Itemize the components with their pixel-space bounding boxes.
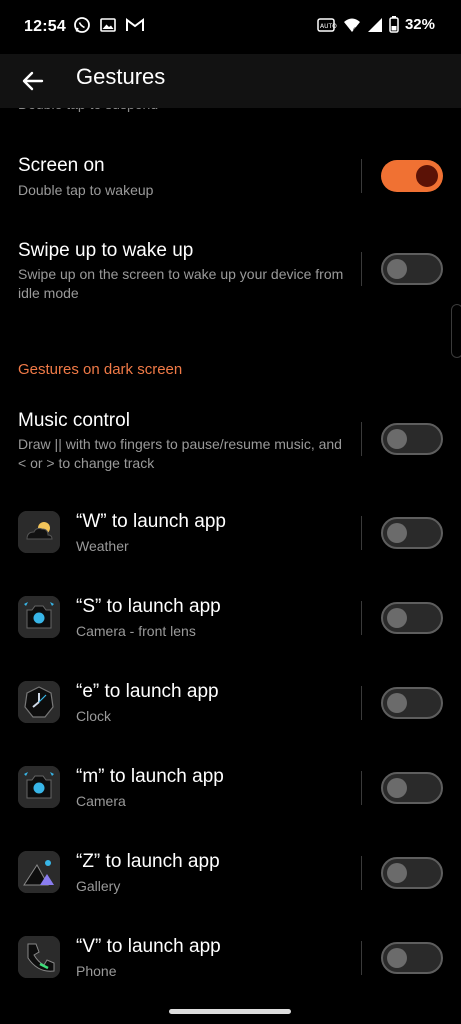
divider [361, 159, 362, 193]
gesture-m-toggle[interactable] [381, 772, 443, 804]
gesture-z-launch[interactable]: “Z” to launch app Gallery [0, 845, 461, 905]
gesture-v-toggle[interactable] [381, 942, 443, 974]
phone-app-icon [18, 936, 60, 978]
svg-text:AUTO: AUTO [320, 23, 337, 30]
toggle-knob [387, 863, 407, 883]
toggle-knob [387, 523, 407, 543]
gallery-app-icon [18, 851, 60, 893]
setting-screen-on[interactable]: Screen on Double tap to wakeup [0, 150, 461, 210]
gesture-title: “S” to launch app [76, 596, 221, 617]
weather-app-icon [18, 511, 60, 553]
gesture-app-name: Gallery [76, 878, 121, 894]
divider [361, 601, 362, 635]
back-arrow-icon[interactable] [18, 66, 48, 96]
edge-panel-handle[interactable] [451, 304, 461, 358]
screen-on-toggle[interactable] [381, 160, 443, 192]
auto-data-icon: AUTO [317, 17, 337, 32]
setting-subtitle: Draw || with two fingers to pause/resume… [18, 436, 342, 471]
divider [361, 771, 362, 805]
home-indicator[interactable] [169, 1009, 291, 1014]
camera-app-icon [18, 596, 60, 638]
gesture-title: “e” to launch app [76, 681, 219, 702]
setting-subtitle: Swipe up on the screen to wake up your d… [18, 266, 344, 301]
signal-icon [367, 17, 382, 32]
setting-title: Music control [18, 410, 130, 431]
gallery-app-icon [18, 851, 60, 893]
camera-app-icon [18, 766, 60, 808]
notification-icons [73, 16, 145, 34]
toggle-knob [387, 259, 407, 279]
gesture-w-toggle[interactable] [381, 517, 443, 549]
app-bar: Gestures [0, 54, 461, 108]
camera-app-icon [18, 766, 60, 808]
setting-subtitle: Double tap to wakeup [18, 182, 154, 198]
camera-app-icon [18, 596, 60, 638]
setting-title: Screen on [18, 155, 105, 176]
battery-icon [389, 16, 399, 33]
divider [361, 252, 362, 286]
gallery-icon [100, 18, 116, 32]
whatsapp-icon [74, 17, 90, 33]
gesture-e-launch[interactable]: “e” to launch app Clock [0, 675, 461, 735]
setting-swipe-up-wake[interactable]: Swipe up to wake up Swipe up on the scre… [0, 235, 461, 305]
section-header: Gestures on dark screen [18, 361, 183, 378]
gesture-app-name: Clock [76, 708, 112, 724]
gesture-w-launch[interactable]: “W” to launch app Weather [0, 505, 461, 565]
gesture-app-name: Camera - front lens [76, 623, 196, 639]
phone-app-icon [18, 936, 60, 978]
gesture-e-toggle[interactable] [381, 687, 443, 719]
gesture-title: “m” to launch app [76, 766, 224, 787]
status-bar: 12:54 AUTO 6 32% [0, 0, 461, 54]
gesture-title: “V” to launch app [76, 936, 221, 957]
toggle-knob [416, 165, 438, 187]
swipe-up-wake-toggle[interactable] [381, 253, 443, 285]
divider [361, 516, 362, 550]
divider [361, 941, 362, 975]
clock-time: 12:54 [24, 18, 66, 35]
svg-text:6: 6 [353, 27, 357, 33]
clock-app-icon [18, 681, 60, 723]
divider [361, 686, 362, 720]
gmail-icon [126, 18, 144, 31]
gesture-title: “W” to launch app [76, 511, 226, 532]
gesture-app-name: Weather [76, 538, 129, 554]
gesture-s-toggle[interactable] [381, 602, 443, 634]
setting-music-control[interactable]: Music control Draw || with two fingers t… [0, 405, 461, 475]
gesture-z-toggle[interactable] [381, 857, 443, 889]
battery-percent: 32% [404, 16, 435, 33]
gesture-s-launch[interactable]: “S” to launch app Camera - front lens [0, 590, 461, 650]
setting-title: Swipe up to wake up [18, 240, 194, 261]
gesture-title: “Z” to launch app [76, 851, 220, 872]
gesture-v-launch[interactable]: “V” to launch app Phone [0, 930, 461, 990]
clock-app-icon [18, 681, 60, 723]
gesture-app-name: Camera [76, 793, 126, 809]
page-title: Gestures [76, 64, 166, 89]
wifi-icon: 6 [343, 18, 360, 33]
system-icons: AUTO 6 32% [317, 16, 435, 33]
gesture-m-launch[interactable]: “m” to launch app Camera [0, 760, 461, 820]
toggle-knob [387, 429, 407, 449]
weather-app-icon [18, 511, 60, 553]
gesture-app-name: Phone [76, 963, 117, 979]
divider [361, 422, 362, 456]
toggle-knob [387, 778, 407, 798]
music-control-toggle[interactable] [381, 423, 443, 455]
toggle-knob [387, 608, 407, 628]
toggle-knob [387, 693, 407, 713]
divider [361, 856, 362, 890]
toggle-knob [387, 948, 407, 968]
